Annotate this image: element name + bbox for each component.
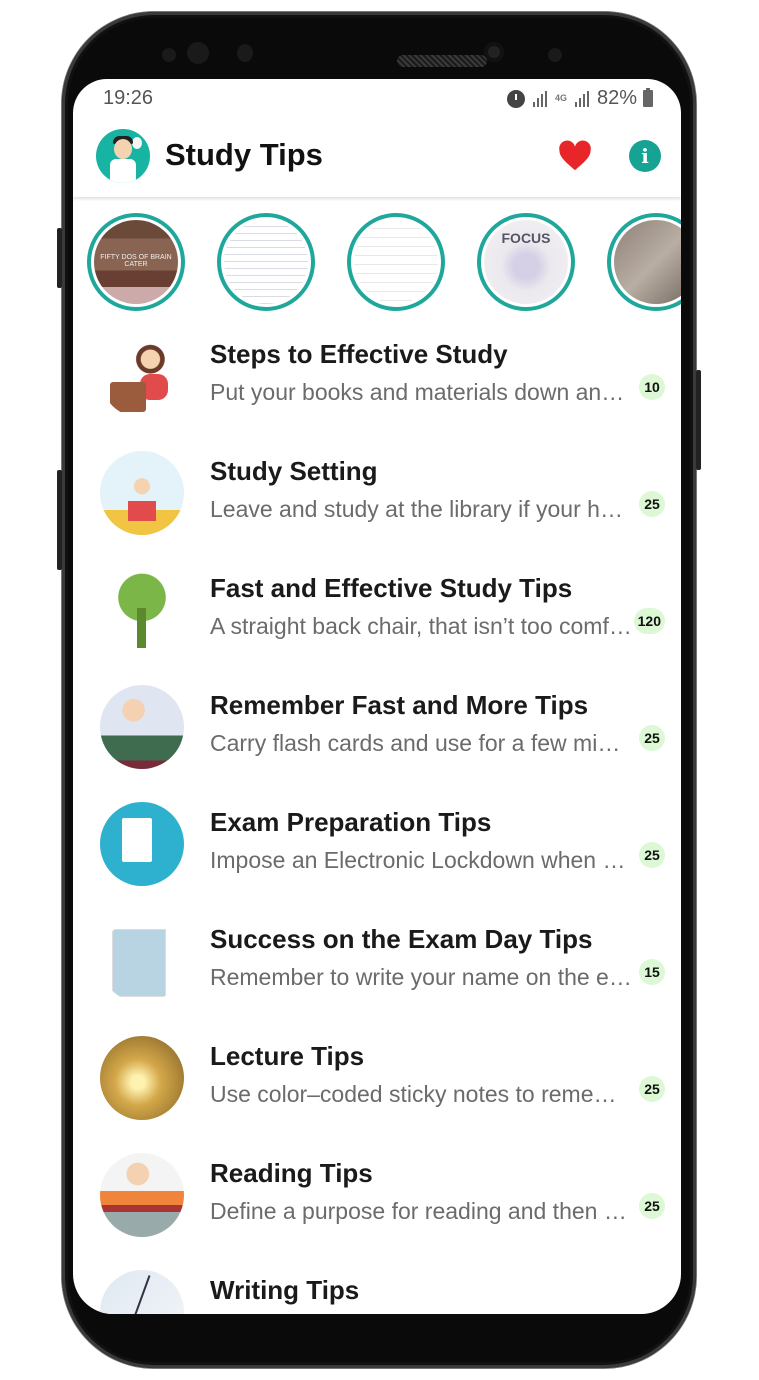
4g-icon: 4G xyxy=(554,93,567,103)
info-icon: i xyxy=(641,144,649,168)
info-button[interactable]: i xyxy=(629,140,661,172)
list-item[interactable]: Study Setting Leave and study at the lib… xyxy=(73,436,681,553)
list-item[interactable]: Steps to Effective Study Put your books … xyxy=(73,319,681,436)
list-item[interactable]: Exam Preparation Tips Impose an Electron… xyxy=(73,787,681,904)
volume-button xyxy=(57,228,62,288)
item-subtitle: A straight back chair, that isn’t too co… xyxy=(210,613,632,639)
story-item[interactable] xyxy=(347,213,445,311)
story-item[interactable]: FIFTY DOS OF BRAIN CATER xyxy=(87,213,185,311)
item-subtitle: Remember to write your name on the exam … xyxy=(210,964,632,990)
item-thumbnail xyxy=(100,802,184,886)
item-title: Writing Tips xyxy=(210,1275,360,1305)
story-item[interactable] xyxy=(607,213,681,311)
front-camera xyxy=(484,42,504,62)
tips-list: Steps to Effective Study Put your books … xyxy=(73,319,681,1314)
iris-scanner xyxy=(187,42,209,64)
battery-charging-icon xyxy=(643,88,653,107)
item-subtitle: Carry flash cards and use for a few minu… xyxy=(210,730,632,756)
item-title: Study Setting xyxy=(210,456,378,486)
story-item[interactable]: FOCUS xyxy=(477,213,575,311)
item-title: Steps to Effective Study xyxy=(210,339,508,369)
list-item[interactable]: Writing Tips xyxy=(73,1255,681,1314)
list-item[interactable]: Remember Fast and More Tips Carry flash … xyxy=(73,670,681,787)
list-item[interactable]: Lecture Tips Use color–coded sticky note… xyxy=(73,1021,681,1138)
list-item[interactable]: Reading Tips Define a purpose for readin… xyxy=(73,1138,681,1255)
item-thumbnail xyxy=(100,685,184,769)
story-thumbnail xyxy=(614,220,681,304)
item-title: Lecture Tips xyxy=(210,1041,365,1071)
count-badge: 120 xyxy=(633,608,665,634)
story-thumbnail: FIFTY DOS OF BRAIN CATER xyxy=(94,220,178,304)
item-thumbnail xyxy=(100,1153,184,1237)
item-subtitle: Define a purpose for reading and then re… xyxy=(210,1198,632,1224)
story-thumbnail: FOCUS xyxy=(484,220,568,304)
signal-icon xyxy=(531,90,549,107)
item-subtitle: Put your books and materials down and se… xyxy=(210,379,632,405)
app-title: Study Tips xyxy=(165,137,323,172)
item-title: Reading Tips xyxy=(210,1158,373,1188)
item-subtitle: Impose an Electronic Lockdown when study… xyxy=(210,847,632,873)
count-badge: 25 xyxy=(639,842,665,868)
sensor xyxy=(237,44,253,62)
item-thumbnail xyxy=(100,1270,184,1314)
sensor xyxy=(162,48,176,62)
item-thumbnail xyxy=(100,1036,184,1120)
item-title: Fast and Effective Study Tips xyxy=(210,573,573,603)
item-subtitle: Use color–coded sticky notes to remember xyxy=(210,1081,632,1107)
power-button xyxy=(696,370,701,470)
list-item[interactable]: Success on the Exam Day Tips Remember to… xyxy=(73,904,681,1021)
status-time: 19:26 xyxy=(103,87,154,109)
item-title: Success on the Exam Day Tips xyxy=(210,924,593,954)
story-thumbnail xyxy=(224,220,308,304)
alarm-icon xyxy=(506,89,525,108)
item-subtitle: Leave and study at the library if your h… xyxy=(210,496,632,522)
item-title: Exam Preparation Tips xyxy=(210,807,492,837)
stories-carousel[interactable]: FIFTY DOS OF BRAIN CATER FOCUS xyxy=(73,213,681,313)
item-thumbnail xyxy=(100,568,184,652)
count-badge: 25 xyxy=(639,725,665,751)
count-badge: 25 xyxy=(639,491,665,517)
signal-icon xyxy=(573,90,591,107)
count-badge: 15 xyxy=(639,959,665,985)
sensor xyxy=(548,48,562,62)
earpiece-speaker xyxy=(397,55,487,67)
item-thumbnail xyxy=(100,919,184,1003)
battery-percent: 82% xyxy=(596,87,637,109)
item-title: Remember Fast and More Tips xyxy=(210,690,589,720)
count-badge: 25 xyxy=(639,1193,665,1219)
item-thumbnail xyxy=(100,334,184,418)
heart-icon xyxy=(559,140,591,171)
item-thumbnail xyxy=(100,451,184,535)
list-item[interactable]: Fast and Effective Study Tips A straight… xyxy=(73,553,681,670)
app-bar: Study Tips i xyxy=(73,115,681,197)
favorites-button[interactable] xyxy=(558,140,592,172)
app-logo xyxy=(96,129,150,183)
app-screen: 19:26 4G 82% Study Tips i FIFTY DOS OF B… xyxy=(73,79,681,1314)
count-badge: 25 xyxy=(639,1076,665,1102)
story-thumbnail xyxy=(354,220,438,304)
story-item[interactable] xyxy=(217,213,315,311)
count-badge: 10 xyxy=(639,374,665,400)
status-bar: 19:26 4G 82% xyxy=(73,79,681,115)
bixby-button xyxy=(57,470,62,570)
